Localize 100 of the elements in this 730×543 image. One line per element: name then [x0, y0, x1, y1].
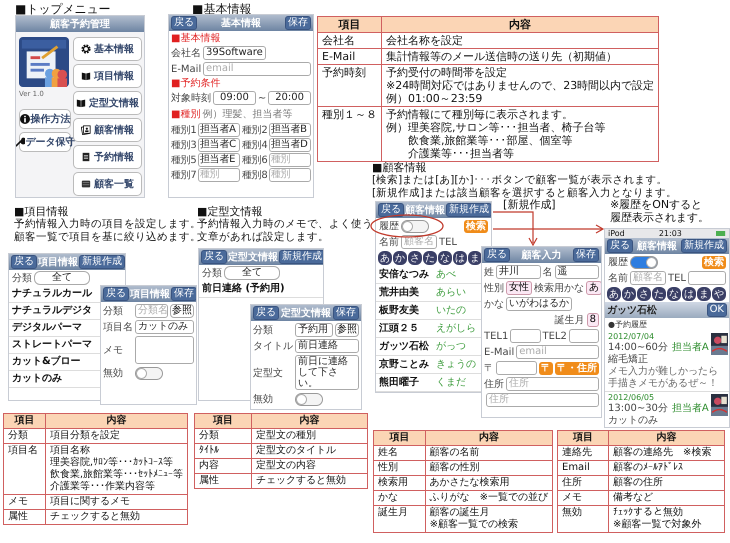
menu-button[interactable]: 顧客一覧 [73, 172, 142, 196]
tel-field[interactable] [688, 271, 726, 285]
kana-button[interactable]: か [393, 251, 407, 265]
new-button[interactable]: 新規作成 [279, 250, 323, 264]
input-field[interactable]: 遥 [554, 265, 599, 279]
toggle-switch[interactable] [401, 220, 429, 232]
column-header: 項目 [318, 16, 382, 32]
customer-name[interactable]: 江頭２５ [379, 321, 433, 335]
list-item[interactable]: デジタルパーマ [12, 322, 82, 334]
save-button[interactable]: 保存 [333, 306, 359, 320]
field-label: 種別2 [242, 124, 268, 137]
kana-button[interactable]: さ [408, 251, 422, 265]
text-area[interactable]: 前日に連絡して下さい。 [295, 355, 359, 390]
input-field[interactable]: 予約用 [295, 323, 333, 337]
back-button[interactable]: 戻る [253, 306, 279, 320]
kana-button[interactable]: は [682, 287, 696, 301]
input-field[interactable]: 担当者C [198, 138, 240, 152]
cell-text: チェックすると無効 [256, 475, 346, 486]
back-button[interactable]: 戻る [378, 203, 404, 217]
input-field[interactable]: 担当者A [198, 123, 240, 137]
new-button[interactable]: 新規作成 [681, 239, 727, 253]
customer-name[interactable]: 荒井由美 [379, 285, 433, 299]
lookup-button[interactable]: 参照 [335, 323, 359, 337]
document-icon [81, 152, 91, 162]
input-field[interactable]: 井川 [496, 265, 540, 279]
history-heading: ●予約履歴 [607, 319, 648, 331]
customer-name[interactable]: 安倍なつみ [379, 267, 433, 281]
kana-button[interactable]: た [423, 251, 437, 265]
cell-text: 集計情報等のメール送信時の送り先（初期値） [386, 50, 617, 63]
menu-button[interactable]: 予約情報 [73, 145, 142, 169]
kana-button[interactable]: ま [468, 251, 482, 265]
input-field[interactable] [496, 361, 537, 375]
input-field[interactable]: カットのみ [135, 320, 194, 334]
save-button[interactable]: 保存 [573, 248, 599, 262]
customer-name[interactable]: 熊田曜子 [379, 375, 433, 389]
back-button[interactable]: 戻る [201, 250, 227, 264]
field-label: TEL [439, 236, 457, 248]
list-item[interactable]: ナチュラルカール [12, 288, 92, 300]
kana-button[interactable]: さ [637, 287, 651, 301]
list-item[interactable]: 前日連絡 (予約用) [202, 283, 285, 295]
customer-name[interactable]: 京野ことみ [379, 357, 433, 371]
input-field[interactable]: 39Software [203, 46, 266, 60]
kana-button[interactable]: た [652, 287, 666, 301]
cell-text: 介護業等･･･担当者等 [407, 147, 514, 160]
toggle-switch[interactable] [135, 366, 163, 380]
input-field[interactable]: 前日連絡 [295, 339, 359, 353]
time-field[interactable]: 20:00 [268, 91, 312, 105]
kana-select-button[interactable]: あ [586, 281, 601, 295]
ok-button[interactable]: OK [706, 303, 727, 317]
time-field[interactable]: 09:00 [213, 91, 256, 105]
kana-button[interactable]: あ [378, 251, 392, 265]
list-item[interactable]: ストレートパーマ [12, 339, 92, 351]
input-field[interactable]: 担当者B [269, 123, 311, 137]
new-button[interactable]: 新規作成 [79, 255, 125, 269]
table-cell: メモ [4, 494, 46, 510]
memo-field[interactable] [135, 336, 194, 364]
toggle-switch[interactable] [295, 392, 323, 406]
filter-field[interactable]: 全て [34, 271, 90, 285]
back-button[interactable]: 戻る [607, 239, 633, 253]
kana-button[interactable]: か [622, 287, 636, 301]
kana-button[interactable]: な [667, 287, 681, 301]
list-item[interactable]: カットのみ [12, 373, 62, 385]
screen-title: 顧客情報 [405, 203, 445, 217]
menu-button[interactable]: 定型文情報 [73, 91, 142, 115]
screen-title: 顧客入力 [520, 248, 562, 262]
input-field[interactable]: 担当者E [198, 153, 240, 167]
toggle-switch[interactable] [630, 256, 658, 268]
section-label: ■予約条件 [171, 78, 222, 89]
new-button[interactable]: 新規作成 [446, 203, 491, 217]
field-label: 分類 [12, 272, 32, 285]
back-button[interactable]: 戻る [103, 287, 129, 301]
menu-button[interactable]: 基本情報 [73, 37, 142, 61]
kana-button[interactable]: な [438, 251, 452, 265]
list-item[interactable]: カット&ブロー [12, 356, 81, 368]
input-field[interactable] [510, 329, 540, 343]
menu-button[interactable]: 項目情報 [73, 64, 142, 88]
save-button[interactable]: 保存 [285, 16, 311, 30]
customer-name[interactable]: 板野友美 [379, 303, 433, 317]
kana-button[interactable]: ま [697, 287, 711, 301]
list-item[interactable]: ナチュラルデジタ [12, 305, 92, 317]
input-field[interactable]: 担当者D [269, 138, 311, 152]
history-staff: 担当者A [672, 403, 709, 415]
kana-button[interactable]: あ [607, 287, 621, 301]
filter-field[interactable]: 全て [224, 266, 280, 280]
customer-kana: あらい [436, 286, 466, 299]
back-button[interactable]: 戻る [11, 255, 37, 269]
input-field[interactable]: いがわはるか [506, 297, 572, 311]
customer-name[interactable]: ガッツ石松 [379, 339, 433, 353]
back-button[interactable]: 戻る [484, 248, 510, 262]
kana-button[interactable]: や [712, 287, 726, 301]
lookup-button[interactable]: 参照 [170, 304, 194, 318]
month-button[interactable]: 8 [586, 313, 599, 327]
column-header: 内容 [45, 414, 188, 428]
back-button[interactable]: 戻る [171, 16, 197, 30]
save-button[interactable]: 保存 [171, 287, 196, 301]
kana-button[interactable]: は [453, 251, 467, 265]
field-label: 履歴 [379, 220, 399, 233]
gender-button[interactable]: 女性 [506, 281, 532, 295]
menu-button[interactable]: 操作方法 [19, 109, 71, 129]
input-field[interactable] [568, 329, 599, 343]
